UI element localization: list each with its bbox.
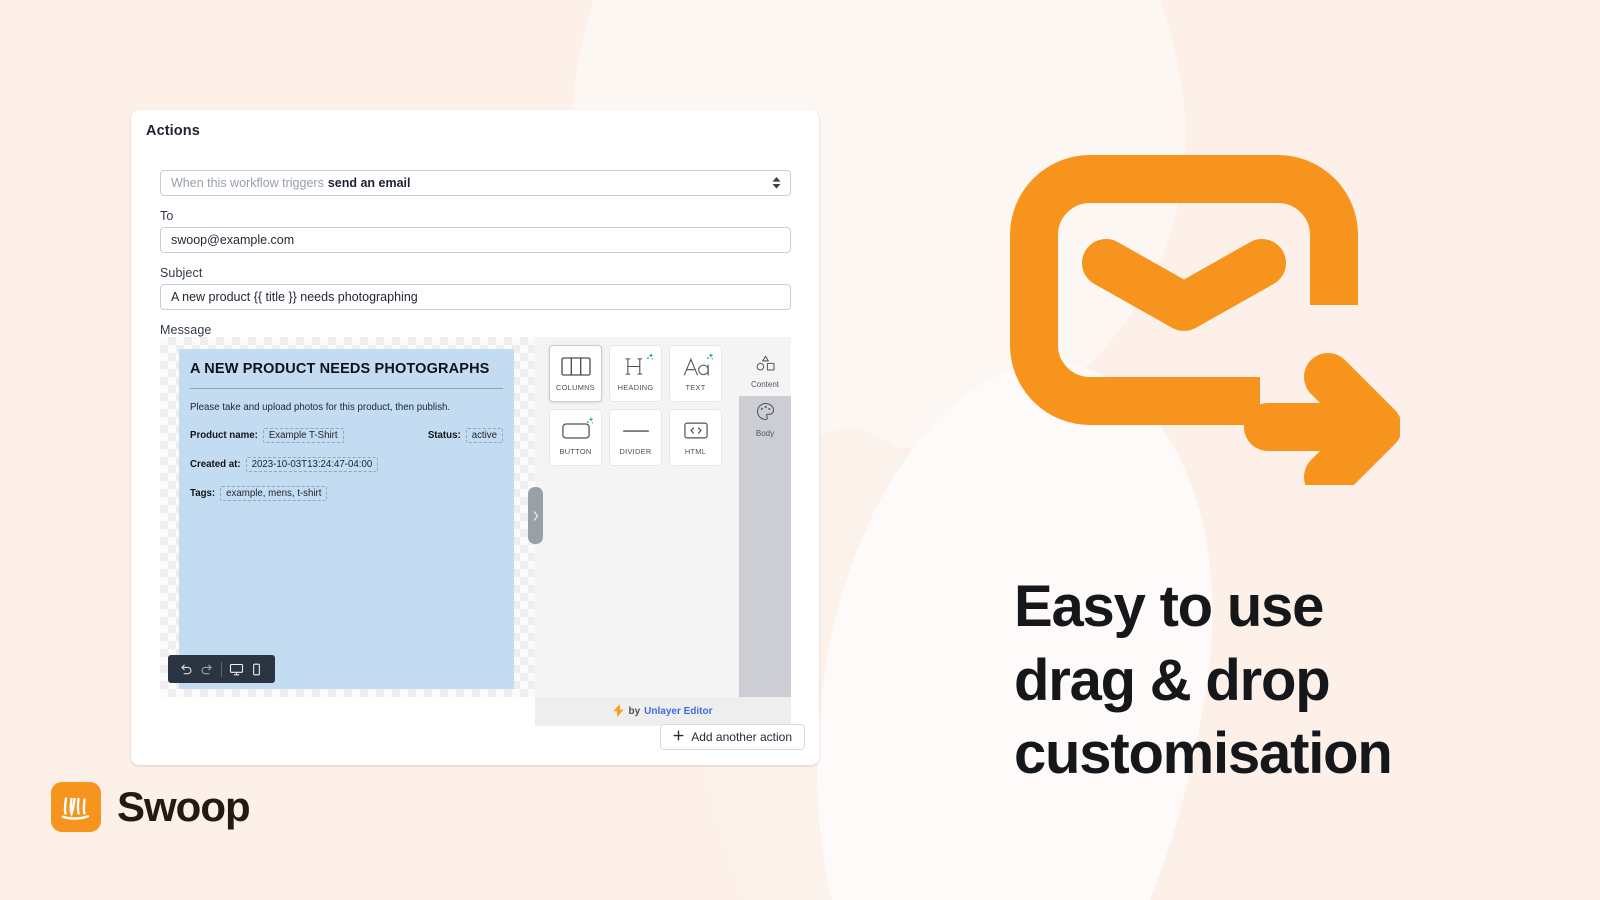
html-icon (683, 420, 708, 442)
to-label: To (160, 209, 174, 223)
tool-tiles: COLUMNS HEADING TEXT BUTTON DIVIDER HTML (535, 337, 739, 697)
marketing-headline: Easy to use drag & drop customisation (1014, 570, 1534, 791)
email-row-created: Created at: 2023-10-03T13:24:47-04:00 (190, 457, 503, 472)
ai-sparkle-icon (644, 351, 655, 369)
side-tab-body[interactable]: Body (739, 396, 791, 444)
subject-input-value: A new product {{ title }} needs photogra… (171, 290, 418, 304)
editor-footer: by Unlayer Editor (535, 697, 791, 726)
side-tab-label: Content (750, 380, 780, 389)
mobile-icon[interactable] (247, 655, 267, 683)
product-name-value: Example T-Shirt (262, 428, 344, 443)
tool-label: HEADING (617, 382, 654, 392)
swoop-mark-icon (51, 782, 101, 832)
tool-tile-columns[interactable]: COLUMNS (549, 345, 602, 402)
ai-sparkle-icon (704, 351, 715, 369)
headline-line-3: customisation (1014, 721, 1393, 787)
add-another-action-label: Add another action (691, 730, 792, 744)
tool-tile-divider[interactable]: DIVIDER (609, 409, 662, 466)
page-title: Actions (146, 123, 200, 139)
email-row-product: Product name: Example T-Shirt Status: ac… (190, 428, 503, 443)
subject-input[interactable]: A new product {{ title }} needs photogra… (160, 284, 791, 310)
desktop-icon[interactable] (227, 655, 247, 683)
promotional-screenshot: Actions When this workflow triggers send… (0, 0, 1600, 900)
toolbar-divider (221, 661, 222, 677)
chevron-updown-icon (772, 177, 781, 189)
heading-icon (625, 356, 646, 378)
headline-line-1: Easy to use (1014, 574, 1324, 639)
actions-card: Actions When this workflow triggers send… (131, 110, 819, 765)
swoop-logo: Swoop (51, 782, 251, 832)
email-heading: A NEW PRODUCT NEEDS PHOTOGRAPHS (190, 361, 490, 377)
undo-icon[interactable] (176, 655, 196, 683)
email-paragraph: Please take and upload photos for this p… (190, 402, 451, 413)
email-body-block[interactable]: A NEW PRODUCT NEEDS PHOTOGRAPHS Please t… (179, 349, 514, 689)
to-input-value: swoop@example.com (171, 233, 295, 247)
redo-icon[interactable] (196, 655, 216, 683)
unlayer-editor-link[interactable]: Unlayer Editor (644, 706, 712, 717)
product-name-label: Product name: (190, 430, 258, 441)
to-input[interactable]: swoop@example.com (160, 227, 791, 253)
divider-icon (622, 420, 650, 442)
side-tab-fill (739, 444, 791, 697)
status-label: Status: (427, 430, 461, 441)
tool-label: DIVIDER (619, 446, 652, 456)
tool-tile-button[interactable]: BUTTON (549, 409, 602, 466)
side-tab-label: Body (755, 429, 775, 438)
canvas-toolbar (168, 655, 275, 683)
subject-label: Subject (160, 266, 203, 280)
plus-icon (673, 730, 684, 744)
email-row-tags: Tags: example, mens, t-shirt (190, 486, 503, 501)
headline-line-2: drag & drop (1014, 647, 1331, 713)
action-form: When this workflow triggers send an emai… (160, 170, 791, 341)
email-editor: A NEW PRODUCT NEEDS PHOTOGRAPHS Please t… (160, 337, 791, 697)
shapes-icon (755, 355, 776, 377)
status-value: active (465, 428, 503, 443)
envelope-arrow-icon (1010, 155, 1410, 501)
tool-label: HTML (684, 446, 707, 456)
message-label: Message (160, 323, 212, 337)
created-at-value: 2023-10-03T13:24:47-04:00 (245, 457, 379, 472)
swoop-wordmark: Swoop (117, 783, 251, 830)
tags-label: Tags: (190, 488, 216, 499)
editor-side-tabs: Content Body (739, 337, 791, 697)
panel-drag-handle[interactable] (528, 487, 543, 544)
side-tab-content[interactable]: Content (739, 348, 791, 396)
tool-tile-text[interactable]: TEXT (669, 345, 722, 402)
tool-tile-heading[interactable]: HEADING (609, 345, 662, 402)
created-at-label: Created at: (190, 459, 241, 470)
trigger-select-value: send an email (327, 176, 411, 190)
tool-tile-html[interactable]: HTML (669, 409, 722, 466)
tool-label: COLUMNS (555, 382, 596, 392)
tools-panel: COLUMNS HEADING TEXT BUTTON DIVIDER HTML… (535, 337, 791, 697)
palette-icon (756, 402, 775, 426)
tool-label: BUTTON (559, 446, 592, 456)
add-another-action-button[interactable]: Add another action (660, 724, 805, 750)
trigger-select[interactable]: When this workflow triggers send an emai… (160, 170, 791, 196)
bolt-icon (613, 703, 624, 720)
trigger-select-prefix: When this workflow triggers (171, 176, 324, 190)
editor-footer-by: by (628, 706, 641, 717)
chevron-right-icon (533, 510, 538, 521)
tool-label: TEXT (685, 382, 706, 392)
email-divider (190, 388, 503, 389)
email-canvas[interactable]: A NEW PRODUCT NEEDS PHOTOGRAPHS Please t… (160, 337, 543, 697)
columns-icon (560, 356, 591, 378)
ai-sparkle-icon (584, 415, 595, 433)
tags-value: example, mens, t-shirt (220, 486, 328, 501)
